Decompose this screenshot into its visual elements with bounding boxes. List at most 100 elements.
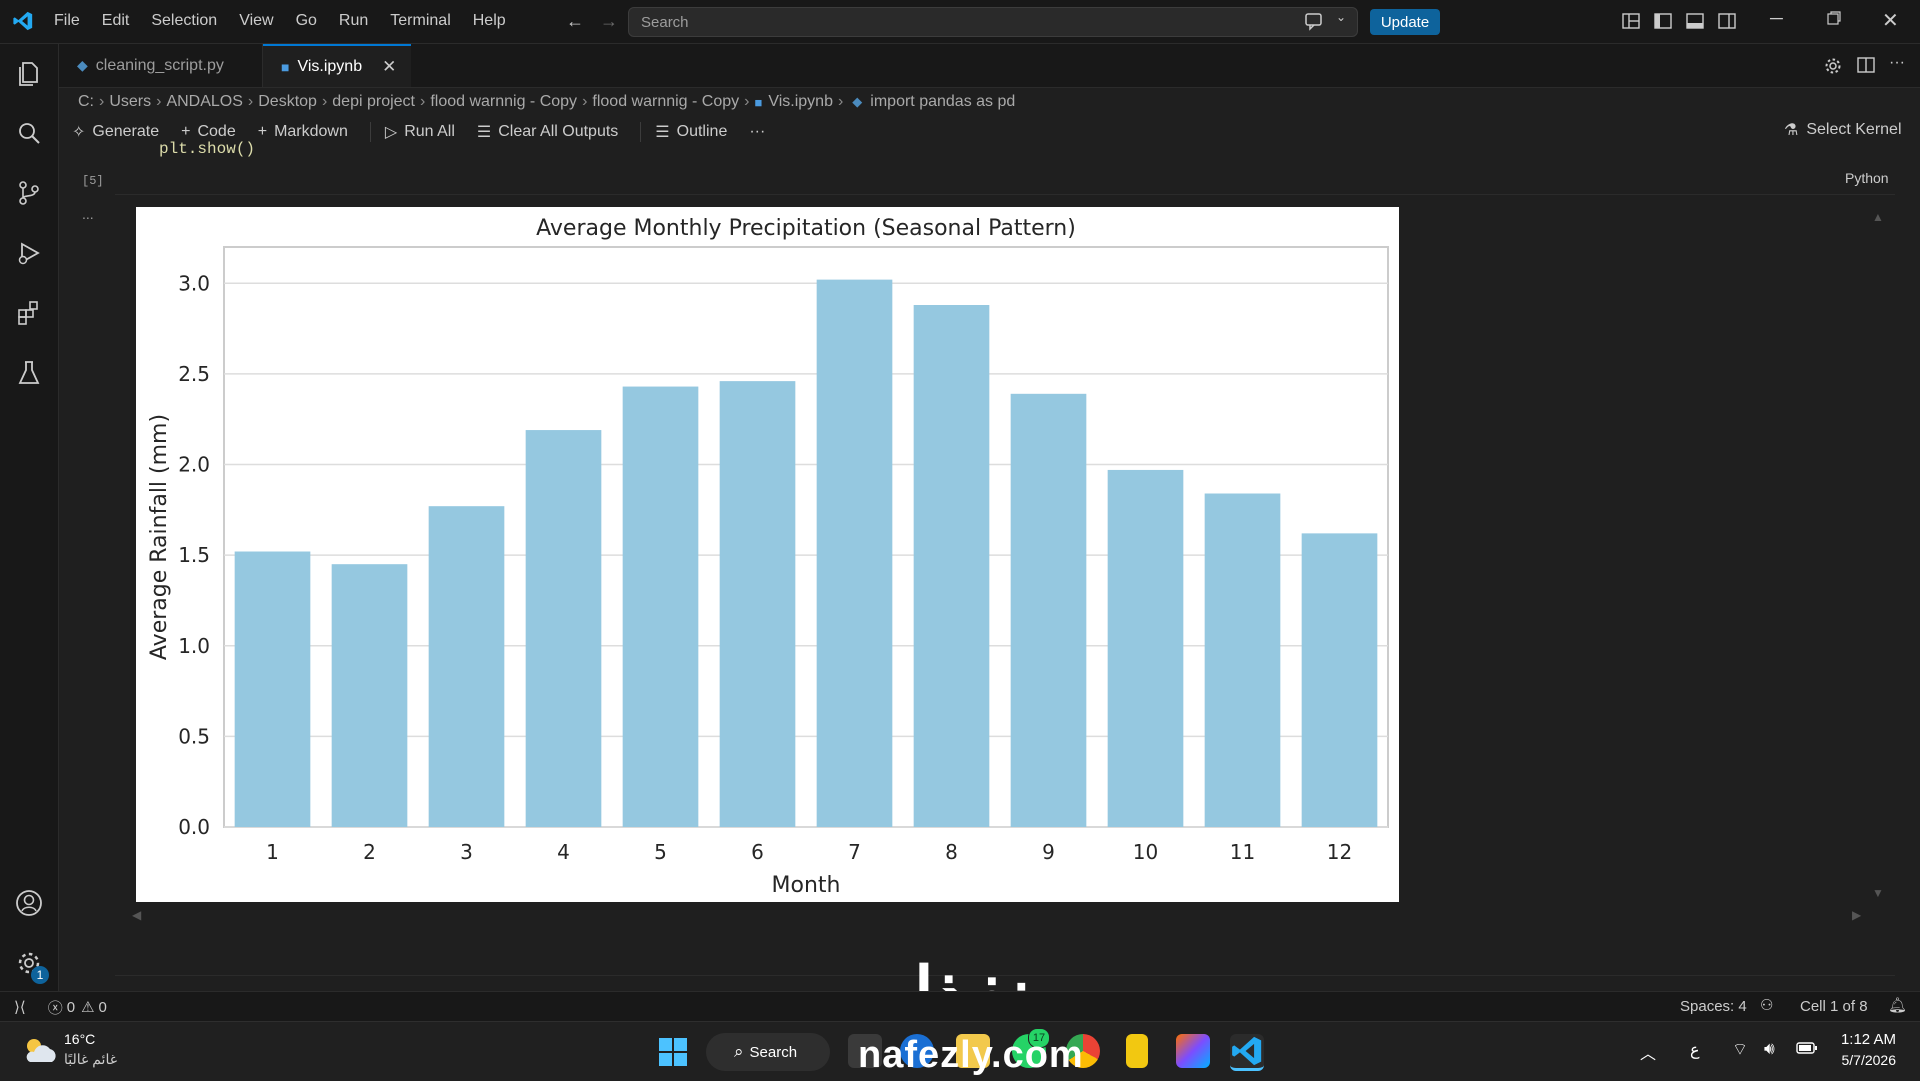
cell-language-label[interactable]: Python (1845, 170, 1889, 186)
taskbar-search-box[interactable]: ⌕ Search (706, 1033, 830, 1071)
vscode-logo-icon (12, 10, 34, 32)
cell-position-status[interactable]: Cell 1 of 8 (1800, 998, 1868, 1015)
clock-time[interactable]: 1:12 AM (1838, 1031, 1896, 1048)
wifi-icon[interactable]: ⌔ (1732, 1039, 1748, 1060)
y-tick-label: 2.0 (178, 453, 210, 477)
volume-icon[interactable]: 🔊︎ (1764, 1039, 1775, 1059)
tab-vis-notebook[interactable]: ■ Vis.ipynb ✕ (263, 44, 411, 87)
warning-icon[interactable]: ⚠ (81, 998, 94, 1016)
vscode-taskbar-icon[interactable] (1230, 1034, 1264, 1071)
run-all-icon: ▷ (384, 124, 398, 141)
windows-start-icon[interactable] (658, 1037, 688, 1067)
clock-date[interactable]: 5/7/2026 (1830, 1052, 1897, 1068)
close-tab-icon[interactable]: ✕ (382, 57, 396, 77)
search-icon[interactable] (14, 118, 44, 148)
toggle-secondary-sidebar-icon[interactable] (1718, 12, 1736, 30)
run-all-button[interactable]: ▷ Run All (369, 122, 455, 142)
menu-edit[interactable]: Edit (102, 12, 130, 30)
breadcrumb-item[interactable]: Vis.ipynb (768, 93, 833, 111)
menu-file[interactable]: File (54, 12, 80, 30)
bar (1301, 533, 1378, 827)
execution-count: [5] (82, 174, 104, 188)
account-icon[interactable] (14, 888, 44, 918)
notebook-file-icon: ■ (754, 94, 763, 110)
chevron-up-icon[interactable]: ︿ (1640, 1040, 1656, 1064)
toggle-panel-icon[interactable] (1686, 12, 1704, 30)
breadcrumb-item[interactable]: flood warnnig - Copy (592, 93, 739, 111)
bar (719, 381, 796, 827)
chevron-down-icon[interactable]: ⌄ (1336, 10, 1346, 24)
bar (234, 551, 311, 827)
testing-flask-icon[interactable] (14, 358, 44, 388)
breadcrumb-item[interactable]: Desktop (258, 93, 317, 111)
copilot-status-icon[interactable]: ⚇ (1760, 996, 1773, 1014)
add-markdown-cell-button[interactable]: + Markdown (258, 123, 348, 141)
markdown-label: Markdown (274, 123, 348, 140)
menu-help[interactable]: Help (473, 12, 506, 30)
notebook-settings-gear-icon[interactable] (1823, 56, 1843, 76)
breadcrumb-item[interactable]: Users (109, 93, 151, 111)
outline-button[interactable]: ☰ Outline (640, 122, 727, 142)
extensions-icon[interactable] (14, 298, 44, 328)
input-language[interactable]: ع (1690, 1040, 1700, 1060)
breadcrumb-item[interactable]: C: (78, 93, 94, 111)
weather-cloud-icon[interactable] (20, 1034, 60, 1068)
breadcrumb-item[interactable]: import pandas as pd (870, 93, 1015, 111)
toolbar-more-button[interactable]: ··· (749, 123, 765, 141)
more-actions-icon[interactable]: ··· (1889, 54, 1905, 72)
x-tick-label: 2 (363, 840, 376, 864)
tab-cleaning-script[interactable]: ◆ cleaning_script.py (59, 44, 263, 87)
breadcrumb-item[interactable]: flood warnnig - Copy (430, 93, 577, 111)
bar (525, 430, 602, 827)
scroll-right-arrow-icon[interactable]: ▶ (1852, 908, 1861, 922)
code-line[interactable]: plt.show() (159, 140, 255, 158)
editor-tabs: ◆ cleaning_script.py ■ Vis.ipynb ✕ ··· (59, 44, 1920, 88)
indentation-status[interactable]: Spaces: 4 (1680, 998, 1747, 1015)
remote-indicator-icon[interactable]: ⟩⟨ (14, 998, 26, 1016)
clear-all-outputs-button[interactable]: ☰ Clear All Outputs (477, 122, 618, 142)
customize-layout-icon[interactable] (1622, 12, 1640, 30)
scroll-up-arrow-icon[interactable]: ▲ (1872, 210, 1884, 224)
error-icon[interactable]: ⓧ (48, 997, 63, 1018)
x-tick-label: 10 (1133, 840, 1158, 864)
output-more-icon[interactable]: ... (82, 206, 94, 222)
bar (428, 506, 505, 827)
notebook-file-icon: ■ (281, 58, 290, 75)
minimize-icon[interactable]: ─ (1770, 8, 1783, 29)
explorer-icon[interactable] (14, 58, 44, 88)
command-search-box[interactable]: Search (628, 7, 1358, 37)
menu-selection[interactable]: Selection (151, 12, 217, 30)
run-debug-icon[interactable] (14, 238, 44, 268)
scroll-left-arrow-icon[interactable]: ◀ (132, 908, 141, 922)
menu-view[interactable]: View (239, 12, 273, 30)
menu-terminal[interactable]: Terminal (390, 12, 450, 30)
x-axis-label: Month (772, 873, 841, 898)
scroll-down-arrow-icon[interactable]: ▼ (1872, 886, 1884, 900)
breadcrumb-item[interactable]: ANDALOS (166, 93, 242, 111)
split-editor-icon[interactable] (1857, 56, 1875, 74)
back-arrow-icon[interactable]: ← (566, 11, 584, 32)
menu-go[interactable]: Go (296, 12, 317, 30)
battery-icon[interactable] (1796, 1041, 1818, 1055)
menu-run[interactable]: Run (339, 12, 368, 30)
notifications-bell-icon[interactable]: 🔔︎ (1888, 996, 1907, 1014)
select-kernel-button[interactable]: ⚗ Select Kernel (1784, 120, 1902, 140)
code-cell[interactable]: plt.show() Python (115, 140, 1895, 195)
forward-arrow-icon[interactable]: → (600, 11, 618, 32)
python-file-icon: ◆ (77, 57, 88, 73)
breadcrumb-item[interactable]: depi project (332, 93, 415, 111)
power-bi-icon[interactable] (1126, 1034, 1148, 1068)
close-window-icon[interactable]: ✕ (1882, 8, 1899, 33)
restore-icon[interactable] (1826, 10, 1842, 26)
add-code-cell-button[interactable]: + Code (181, 123, 236, 141)
generate-button[interactable]: ✧ Generate (72, 122, 159, 142)
copilot-app-icon[interactable] (1176, 1034, 1210, 1068)
update-button[interactable]: Update (1370, 9, 1440, 35)
plus-icon: + (257, 123, 268, 140)
toggle-primary-sidebar-icon[interactable] (1654, 12, 1672, 30)
breadcrumb: C: › Users › ANDALOS › Desktop › depi projec… (78, 90, 1015, 114)
copilot-chat-icon[interactable] (1304, 11, 1324, 31)
title-bar: File Edit Selection View Go Run Terminal… (0, 0, 1920, 44)
chevron-right-icon: › (837, 93, 844, 110)
source-control-icon[interactable] (14, 178, 44, 208)
